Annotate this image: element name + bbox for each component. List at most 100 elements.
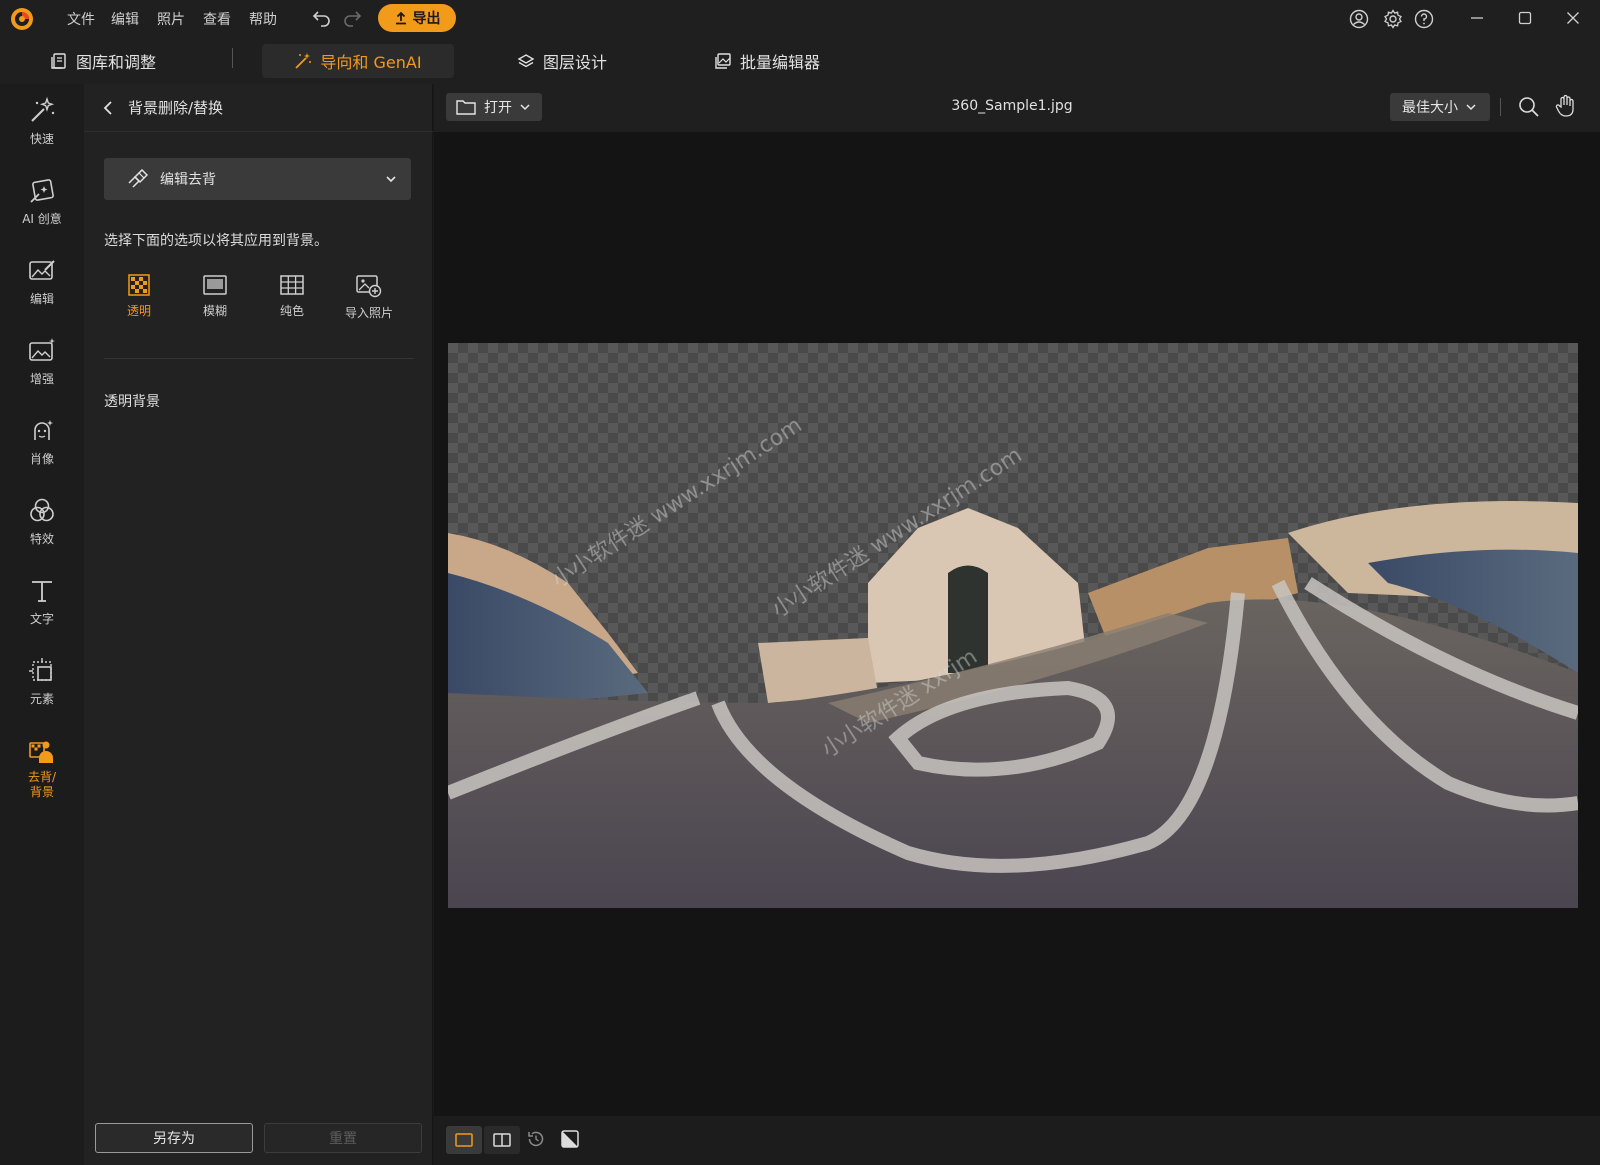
layers-icon	[517, 54, 535, 68]
panorama-photo: 小小软件迷 www.xxrjm.com 小小软件迷 www.xxrjm.com …	[448, 343, 1578, 908]
help-icon[interactable]	[1414, 9, 1434, 29]
tab-layers[interactable]: 图层设计	[503, 44, 621, 78]
account-icon[interactable]	[1349, 9, 1369, 29]
rail-item-enhance[interactable]: 增强	[0, 336, 84, 412]
back-chevron-icon[interactable]	[102, 100, 114, 116]
rail-item-elements[interactable]: 元素	[0, 656, 84, 732]
ai-creative-icon	[30, 179, 54, 203]
rail-item-effects[interactable]: 特效	[0, 496, 84, 572]
chevron-down-icon	[520, 104, 530, 111]
export-label: 导出	[412, 11, 441, 27]
rail-item-portrait[interactable]: 肖像	[0, 416, 84, 492]
rail-item-edit[interactable]: 编辑	[0, 256, 84, 332]
rail-label-portrait: 肖像	[29, 452, 54, 466]
menu-help[interactable]: 帮助	[249, 9, 277, 29]
option-solid-color[interactable]: 纯色	[255, 274, 329, 319]
compare-overlay-icon[interactable]	[560, 1129, 580, 1149]
option-transparent[interactable]: 透明	[102, 274, 176, 319]
grid-color-icon	[280, 275, 304, 295]
save-as-button[interactable]: 另存为	[95, 1123, 253, 1153]
effects-circles-icon	[30, 498, 54, 522]
tab-library-label: 图库和调整	[76, 53, 157, 72]
rail-label-text: 文字	[29, 612, 54, 626]
rail-label-effects: 特效	[29, 532, 54, 546]
pan-hand-icon[interactable]	[1555, 94, 1577, 118]
menu-file[interactable]: 文件	[67, 9, 95, 29]
option-transparent-label: 透明	[126, 304, 151, 318]
close-icon[interactable]	[1563, 8, 1583, 28]
portrait-face-icon	[34, 420, 53, 440]
rail-item-quick[interactable]: 快速	[0, 96, 84, 172]
split-view-icon	[493, 1133, 511, 1147]
tab-batch-editor[interactable]: 批量编辑器	[700, 44, 834, 78]
canvas-toolbar: 打开 360_Sample1.jpg 最佳大小	[434, 84, 1600, 132]
tab-divider	[232, 48, 233, 68]
open-button[interactable]: 打开	[446, 93, 542, 121]
folder-icon	[456, 100, 476, 115]
panel-header: 背景删除/替换	[84, 84, 433, 132]
settings-gear-icon[interactable]	[1383, 9, 1403, 29]
minimize-icon[interactable]	[1467, 8, 1487, 28]
rail-item-background[interactable]: 去背/ 背景	[0, 736, 84, 826]
menu-edit[interactable]: 编辑	[111, 9, 139, 29]
rail-label-edit: 编辑	[29, 292, 54, 306]
option-blur-label: 模糊	[202, 304, 227, 318]
title-bar: 文件 编辑 照片 查看 帮助 导出	[0, 0, 1600, 36]
zoom-value: 最佳大小	[1402, 100, 1458, 116]
canvas-bottom-bar	[434, 1116, 1600, 1165]
rail-label-quick: 快速	[29, 132, 54, 146]
history-icon[interactable]	[526, 1129, 546, 1149]
quick-wand-icon	[31, 96, 55, 122]
image-canvas[interactable]: 小小软件迷 www.xxrjm.com 小小软件迷 www.xxrjm.com …	[434, 132, 1600, 1116]
file-name: 360_Sample1.jpg	[951, 98, 1073, 114]
section-title: 透明背景	[104, 394, 160, 410]
background-removal-icon	[29, 741, 53, 763]
open-label: 打开	[484, 100, 512, 116]
reset-button[interactable]: 重置	[264, 1123, 422, 1153]
undo-icon[interactable]	[312, 9, 332, 27]
chevron-down-icon	[386, 176, 396, 183]
toolbar-divider	[1500, 98, 1501, 116]
option-solid-color-label: 纯色	[279, 304, 304, 318]
option-import-photo-label: 导入照片	[344, 306, 393, 320]
batch-images-icon	[715, 53, 731, 69]
maximize-icon[interactable]	[1515, 8, 1535, 28]
panel-hint: 选择下面的选项以将其应用到背景。	[104, 233, 328, 249]
rail-item-text[interactable]: 文字	[0, 576, 84, 652]
option-blur[interactable]: 模糊	[178, 274, 252, 319]
import-photo-icon	[356, 275, 382, 298]
rail-label-elements: 元素	[29, 692, 54, 706]
menu-photo[interactable]: 照片	[157, 9, 185, 29]
library-icon	[51, 53, 66, 69]
enhance-icon	[29, 338, 55, 361]
mode-dropdown-value: 编辑去背	[160, 172, 216, 188]
eraser-brush-icon	[128, 169, 148, 188]
magic-wand-icon	[295, 53, 312, 69]
menu-view[interactable]: 查看	[203, 9, 231, 29]
tab-layers-label: 图层设计	[543, 53, 608, 72]
rail-label-ai-creative: AI 创意	[22, 212, 62, 226]
upload-icon	[395, 11, 406, 25]
edit-photo-icon	[29, 260, 55, 280]
view-single-button[interactable]	[446, 1126, 482, 1154]
tool-rail: 快速 AI 创意 编辑 增强 肖像 特效 文字 元素 去背/ 背景	[0, 84, 84, 1165]
checkerboard-icon	[128, 274, 150, 296]
export-button[interactable]: 导出	[378, 4, 456, 32]
zoom-select[interactable]: 最佳大小	[1390, 93, 1490, 121]
chevron-down-icon	[1466, 104, 1476, 111]
blur-frame-icon	[203, 275, 227, 295]
options-divider	[104, 358, 414, 359]
rail-item-ai-creative[interactable]: AI 创意	[0, 176, 84, 252]
view-split-button[interactable]	[484, 1126, 520, 1154]
app-logo-icon	[10, 7, 34, 31]
mode-dropdown[interactable]: 编辑去背	[104, 158, 411, 200]
option-import-photo[interactable]: 导入照片	[332, 274, 406, 321]
tab-guided-genai[interactable]: 导向和 GenAI	[262, 44, 454, 78]
elements-icon	[29, 658, 52, 681]
background-panel: 背景删除/替换 编辑去背 选择下面的选项以将其应用到背景。 透明 模糊 纯色 导…	[84, 84, 433, 1165]
tab-batch-label: 批量编辑器	[740, 53, 821, 72]
tab-library[interactable]: 图库和调整	[36, 44, 170, 78]
rail-label-background: 去背/ 背景	[27, 770, 57, 799]
zoom-search-icon[interactable]	[1518, 96, 1540, 118]
redo-icon[interactable]	[342, 9, 362, 27]
